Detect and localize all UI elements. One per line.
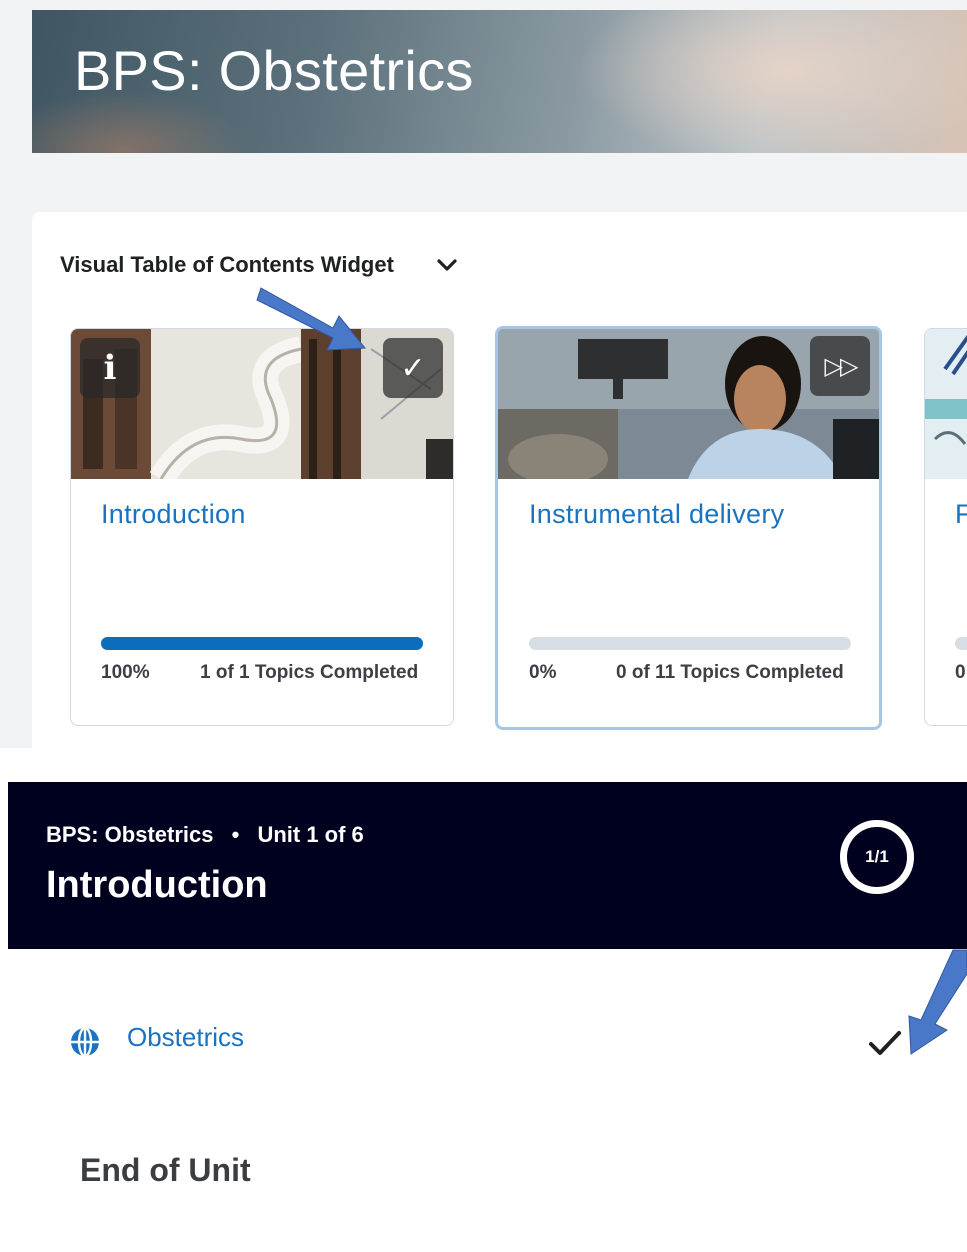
topics-completed: 1 of 1 Topics Completed	[200, 662, 419, 683]
progress-percent: 0%	[529, 662, 557, 683]
fast-forward-icon: ▷▷	[824, 352, 859, 380]
module-card-instrumental-delivery[interactable]: ▷▷ Instrumental delivery 0% 0 of 11 Topi…	[495, 326, 882, 730]
module-card-introduction[interactable]: i ✓ Introduction 100% 1 of 1 Topics Comp…	[70, 328, 454, 726]
unit-breadcrumb: BPS: Obstetrics • Unit 1 of 6	[46, 822, 364, 848]
topic-link-obstetrics[interactable]: Obstetrics	[127, 1022, 244, 1053]
globe-icon	[71, 1026, 99, 1058]
module-title[interactable]: Introduction	[101, 499, 246, 530]
module-image-partial	[925, 329, 967, 479]
widget-title: Visual Table of Contents Widget	[60, 252, 394, 277]
progress-bar	[101, 637, 423, 650]
breadcrumb-separator: •	[231, 822, 240, 847]
module-title[interactable]: Instrumental delivery	[529, 499, 784, 530]
progress-bar	[529, 637, 851, 650]
progress-bar-fill	[101, 637, 423, 650]
course-banner: BPS: Obstetrics	[32, 10, 967, 153]
completed-badge: ✓	[383, 338, 443, 398]
progress-bar	[955, 637, 967, 650]
info-button[interactable]: i	[80, 338, 140, 398]
continue-button[interactable]: ▷▷	[810, 336, 870, 396]
annotation-arrow-icon	[908, 949, 967, 1055]
module-title[interactable]: F	[955, 499, 967, 530]
chevron-down-icon[interactable]	[436, 254, 458, 276]
info-icon: i	[103, 348, 117, 388]
topics-completed: 0 of 11 Topics Completed	[616, 662, 844, 683]
course-name[interactable]: BPS: Obstetrics	[46, 822, 214, 847]
checkmark-icon: ✓	[400, 351, 426, 385]
module-card-partial[interactable]: F 0	[924, 328, 967, 726]
progress-percent: 0	[955, 662, 966, 683]
unit-title: Introduction	[46, 864, 268, 906]
checkmark-icon	[869, 1031, 901, 1055]
unit-position: Unit 1 of 6	[257, 822, 364, 847]
unit-header: BPS: Obstetrics • Unit 1 of 6 Introducti…	[8, 782, 967, 949]
course-title: BPS: Obstetrics	[74, 39, 474, 102]
end-of-unit-label: End of Unit	[80, 1152, 251, 1188]
progress-percent: 100%	[101, 662, 150, 683]
unit-progress-label: 1/1	[865, 847, 889, 866]
unit-progress-ring: 1/1	[840, 820, 914, 894]
